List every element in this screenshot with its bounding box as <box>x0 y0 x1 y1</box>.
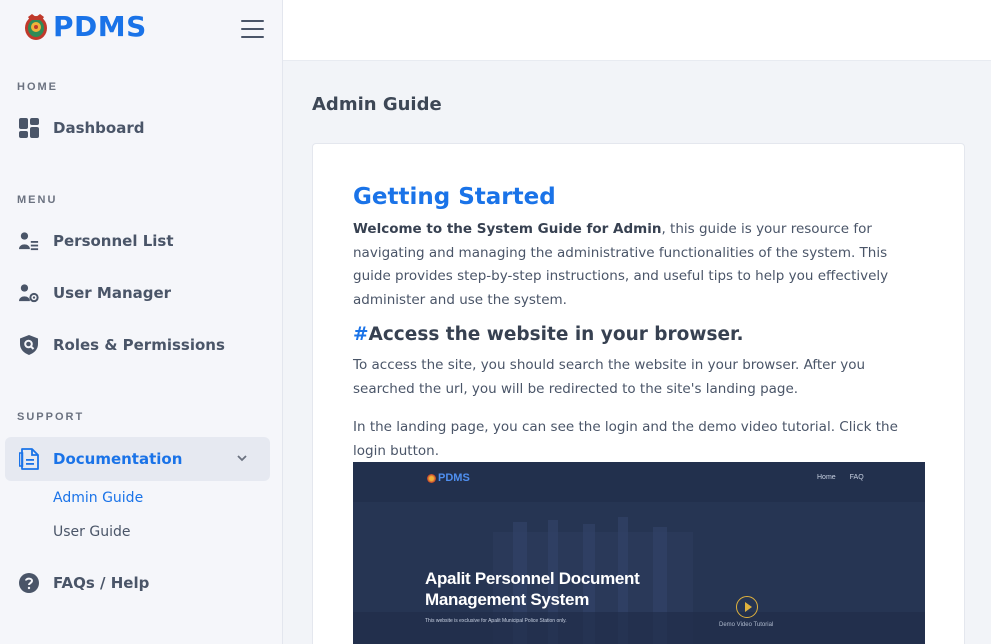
sidebar-item-label: Personnel List <box>53 232 174 250</box>
landing-nav-faq: FAQ <box>849 474 864 481</box>
demo-video-label: Demo Video Tutorial <box>719 622 774 628</box>
landing-nav: Home FAQ <box>817 474 876 481</box>
sidebar-subitem-user-guide[interactable]: User Guide <box>53 524 130 540</box>
document-icon <box>19 448 39 470</box>
help-icon <box>19 573 39 593</box>
sidebar-item-roles-permissions[interactable]: Roles & Permissions <box>5 323 270 367</box>
menu-toggle-icon[interactable] <box>241 20 264 38</box>
landing-subtitle: This website is exclusive for Apalit Mun… <box>425 618 567 624</box>
sidebar-subitem-admin-guide[interactable]: Admin Guide <box>53 490 143 506</box>
landing-brand: PDMS <box>427 472 470 484</box>
landing-brand-name: PDMS <box>438 472 470 484</box>
sidebar-item-user-manager[interactable]: User Manager <box>5 271 270 315</box>
sidebar-item-personnel-list[interactable]: Personnel List <box>5 219 270 263</box>
landing-logo-icon <box>427 473 436 483</box>
brand-name: PDMS <box>53 10 147 43</box>
getting-started-heading: Getting Started <box>353 184 556 210</box>
sidebar-item-label: Dashboard <box>53 119 145 137</box>
landing-nav-home: Home <box>817 474 836 481</box>
intro-bold: Welcome to the System Guide for Admin <box>353 221 662 237</box>
sidebar-item-label: FAQs / Help <box>53 574 150 592</box>
heading-hash: # <box>353 324 369 345</box>
access-paragraph-1: To access the site, you should search th… <box>353 357 866 397</box>
play-icon[interactable] <box>736 596 758 618</box>
access-paragraph-2: In the landing page, you can see the log… <box>353 419 898 459</box>
shield-icon <box>19 335 39 355</box>
guide-card: Getting Started Welcome to the System Gu… <box>312 143 965 644</box>
sidebar-item-dashboard[interactable]: Dashboard <box>5 106 270 150</box>
brand[interactable]: PDMS <box>22 10 147 43</box>
sidebar-item-label: Roles & Permissions <box>53 336 225 354</box>
landing-page-screenshot: PDMS Home FAQ Apalit Personnel Document … <box>353 462 925 644</box>
access-heading-text: Access the website in your browser. <box>368 324 744 345</box>
landing-title-line2: Management System <box>425 590 590 609</box>
landing-title: Apalit Personnel Document Management Sys… <box>425 568 640 610</box>
chevron-down-icon[interactable] <box>236 452 248 464</box>
landing-title-line1: Apalit Personnel Document <box>425 569 640 588</box>
section-home: HOME <box>17 81 58 93</box>
pdms-logo <box>25 13 47 40</box>
sidebar-item-faqs-help[interactable]: FAQs / Help <box>5 561 270 605</box>
dashboard-icon <box>19 118 39 138</box>
access-heading: #Access the website in your browser. <box>353 324 744 345</box>
sidebar-item-label: User Manager <box>53 284 172 302</box>
sidebar-item-documentation[interactable]: Documentation <box>5 437 270 481</box>
user-manager-icon <box>19 283 39 303</box>
section-support: SUPPORT <box>17 411 85 423</box>
page-title: Admin Guide <box>312 94 442 115</box>
section-menu: MENU <box>17 194 58 206</box>
personnel-list-icon <box>19 231 39 251</box>
sidebar: PDMS HOME Dashboard MENU Personnel List … <box>0 0 283 644</box>
intro-paragraph: Welcome to the System Guide for Admin, t… <box>353 218 928 312</box>
topbar <box>283 0 991 61</box>
sidebar-item-label: Documentation <box>53 450 183 468</box>
landing-background-image <box>353 462 925 644</box>
